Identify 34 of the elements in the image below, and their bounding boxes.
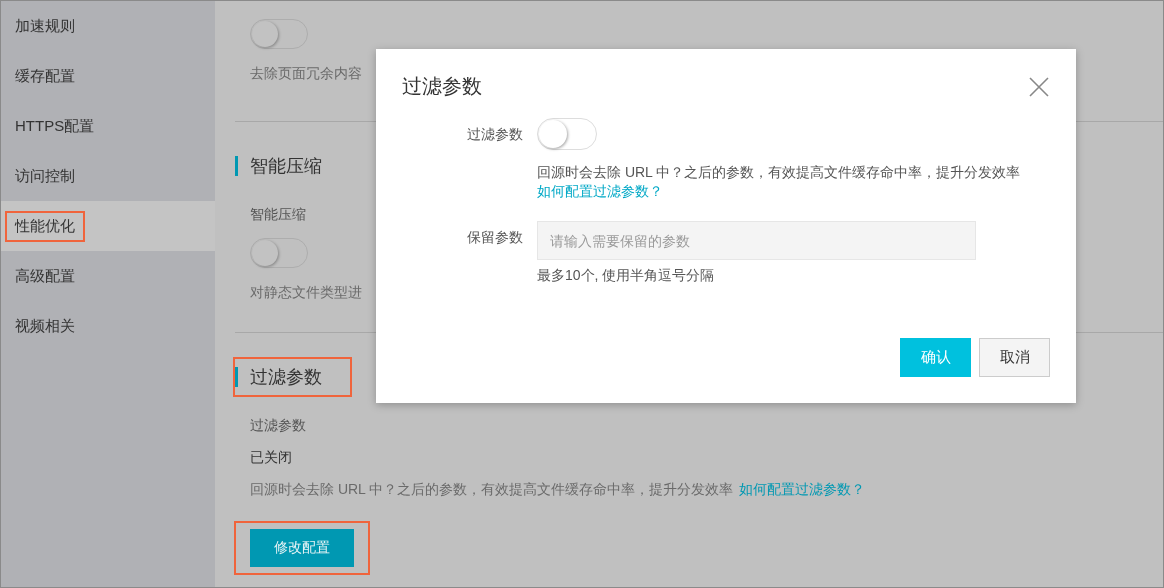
field-label: 过滤参数 [250,417,307,435]
sidebar-item[interactable]: 高级配置 [1,251,215,301]
toggle-switch[interactable] [250,238,308,268]
sidebar-item[interactable]: 访问控制 [1,151,215,201]
description: 对静态文件类型进 [250,284,363,302]
sidebar-item[interactable]: 加速规则 [1,1,215,51]
status-text: 已关闭 [250,449,293,467]
sidebar-item[interactable]: 视频相关 [1,301,215,351]
section-title: 过滤参数 [235,359,350,395]
menu-label: 性能优化 [7,212,83,240]
close-icon[interactable] [1028,75,1050,98]
menu-label: 视频相关 [14,315,76,336]
field-label: 保留参数 [466,228,523,247]
description: 回源时会去除 URL 中？之后的参数，有效提高文件缓存命中率，提升分发效率 如何配置过滤参数？ [250,481,867,499]
cancel-button[interactable]: 取消 [979,338,1050,377]
section-title: 智能压缩 [235,148,350,184]
sidebar-item[interactable]: 性能优化 [1,201,215,251]
sidebar-item[interactable]: HTTPS配置 [1,101,215,151]
input-field[interactable]: 请输入需要保留的参数 [537,221,976,260]
help-text: 最多10个, 使用半角逗号分隔 [537,266,716,285]
toggle-switch[interactable] [250,19,308,49]
menu-label: 访问控制 [14,165,76,186]
dialog-title: 过滤参数 [402,74,482,99]
menu-label: 加速规则 [14,15,76,36]
menu-label: 高级配置 [14,265,76,286]
description: 去除页面冗余内容 [250,65,363,83]
field-label: 过滤参数 [466,125,523,144]
edit-config-button[interactable]: 修改配置 [250,529,354,567]
toggle-switch[interactable] [537,118,597,150]
sidebar-item[interactable]: 缓存配置 [1,51,215,101]
menu-label: 缓存配置 [14,65,76,86]
menu-label: HTTPS配置 [14,115,96,136]
field-label: 智能压缩 [250,206,307,224]
help-text: 回源时会去除 URL 中？之后的参数，有效提高文件缓存命中率，提升分发效率 如何配置过滤参数？ [537,163,1022,201]
